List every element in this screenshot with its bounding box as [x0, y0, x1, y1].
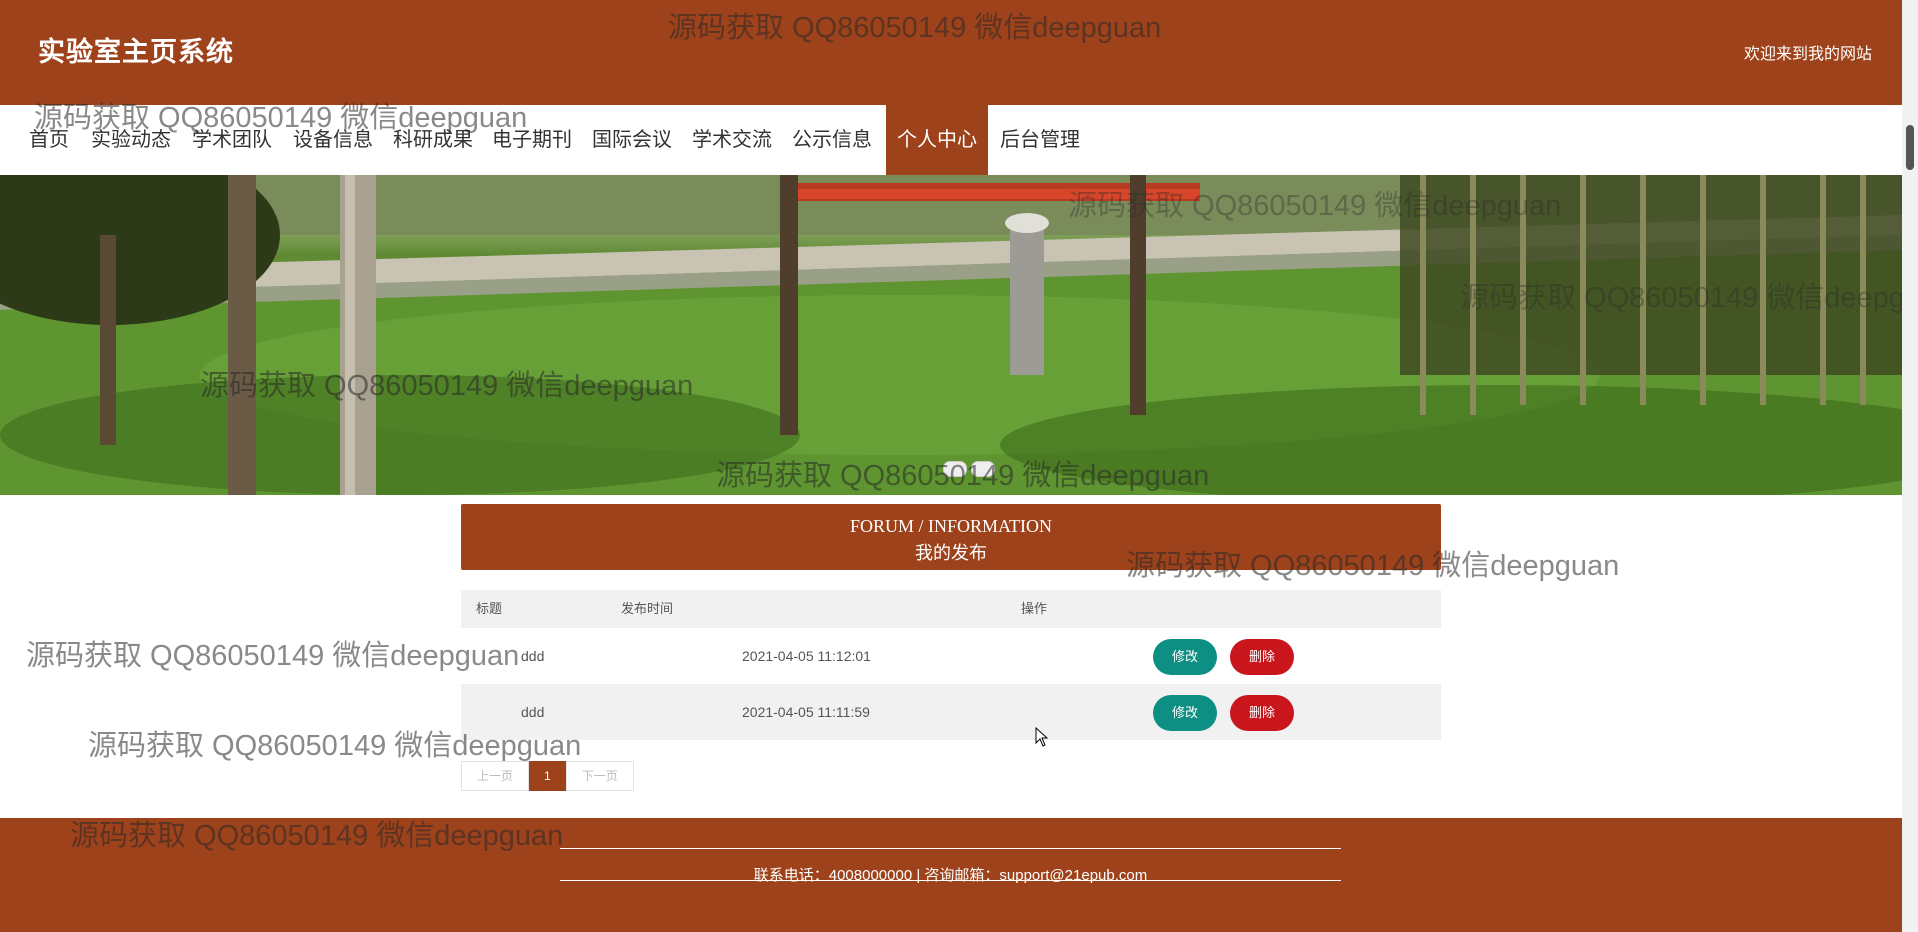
- posts-table: 标题 发布时间 操作 ddd 2021-04-05 11:12:01 修改 删除…: [461, 590, 1441, 740]
- column-header-time: 发布时间: [621, 601, 674, 616]
- table-row: ddd 2021-04-05 11:12:01 修改 删除: [461, 628, 1441, 684]
- watermark-text: 源码获取 QQ86050149 微信deepguan: [26, 640, 520, 672]
- banner-scene: [0, 175, 1902, 495]
- watermark-text: 源码获取 QQ86050149 微信deepguan: [716, 460, 1210, 492]
- pagination: 上一页 1 下一页: [461, 761, 634, 791]
- post-time: 2021-04-05 11:11:59: [742, 704, 870, 720]
- watermark-text: 源码获取 QQ86050149 微信deepguan: [88, 730, 582, 762]
- page: 实验室主页系统 欢迎来到我的网站 首页 实验动态 学术团队 设备信息 科研成果 …: [0, 0, 1902, 932]
- page-scrollbar[interactable]: [1902, 0, 1918, 932]
- next-page-button[interactable]: 下一页: [565, 761, 634, 791]
- nav-item-academic-exchange[interactable]: 学术交流: [682, 105, 782, 175]
- nav-item-conferences[interactable]: 国际会议: [582, 105, 682, 175]
- column-header-title: 标题: [476, 601, 503, 616]
- nav-item-admin[interactable]: 后台管理: [990, 105, 1090, 175]
- watermark-text: 源码获取 QQ86050149 微信deepguan: [668, 12, 1162, 44]
- column-header-actions: 操作: [1021, 601, 1048, 616]
- footer-divider-bottom: [560, 880, 1341, 881]
- footer-divider-top: [560, 848, 1341, 849]
- site-title[interactable]: 实验室主页系统: [38, 30, 234, 69]
- watermark-text: 源码获取 QQ86050149 微信deepguan: [1460, 282, 1902, 314]
- edit-button[interactable]: 修改: [1153, 695, 1217, 731]
- banner-image: [0, 175, 1902, 495]
- delete-button[interactable]: 删除: [1230, 695, 1294, 731]
- footer-contact: 联系电话：4008000000 | 咨询邮箱：support@21epub.co…: [753, 867, 1148, 884]
- nav-item-personal-center[interactable]: 个人中心: [886, 105, 988, 175]
- table-header-row: 标题 发布时间 操作: [461, 590, 1441, 628]
- delete-button[interactable]: 删除: [1230, 639, 1294, 675]
- section-title-en: FORUM / INFORMATION: [849, 516, 1053, 536]
- watermark-text: 源码获取 QQ86050149 微信deepguan: [1126, 550, 1620, 582]
- post-title: ddd: [521, 648, 545, 664]
- edit-button[interactable]: 修改: [1153, 639, 1217, 675]
- watermark-text: 源码获取 QQ86050149 微信deepguan: [200, 370, 694, 402]
- scrollbar-thumb[interactable]: [1906, 125, 1914, 170]
- page-number-current[interactable]: 1: [529, 761, 566, 791]
- mouse-pointer-icon: [1035, 727, 1049, 747]
- welcome-text: 欢迎来到我的网站: [1743, 46, 1872, 63]
- prev-page-button[interactable]: 上一页: [461, 761, 530, 791]
- watermark-text: 源码获取 QQ86050149 微信deepguan: [1068, 190, 1562, 222]
- nav-item-announcements[interactable]: 公示信息: [782, 105, 882, 175]
- post-time: 2021-04-05 11:12:01: [742, 648, 871, 664]
- watermark-text: 源码获取 QQ86050149 微信deepguan: [70, 820, 564, 852]
- watermark-text: 源码获取 QQ86050149 微信deepguan: [34, 102, 528, 134]
- table-row: ddd 2021-04-05 11:11:59 修改 删除: [461, 684, 1441, 740]
